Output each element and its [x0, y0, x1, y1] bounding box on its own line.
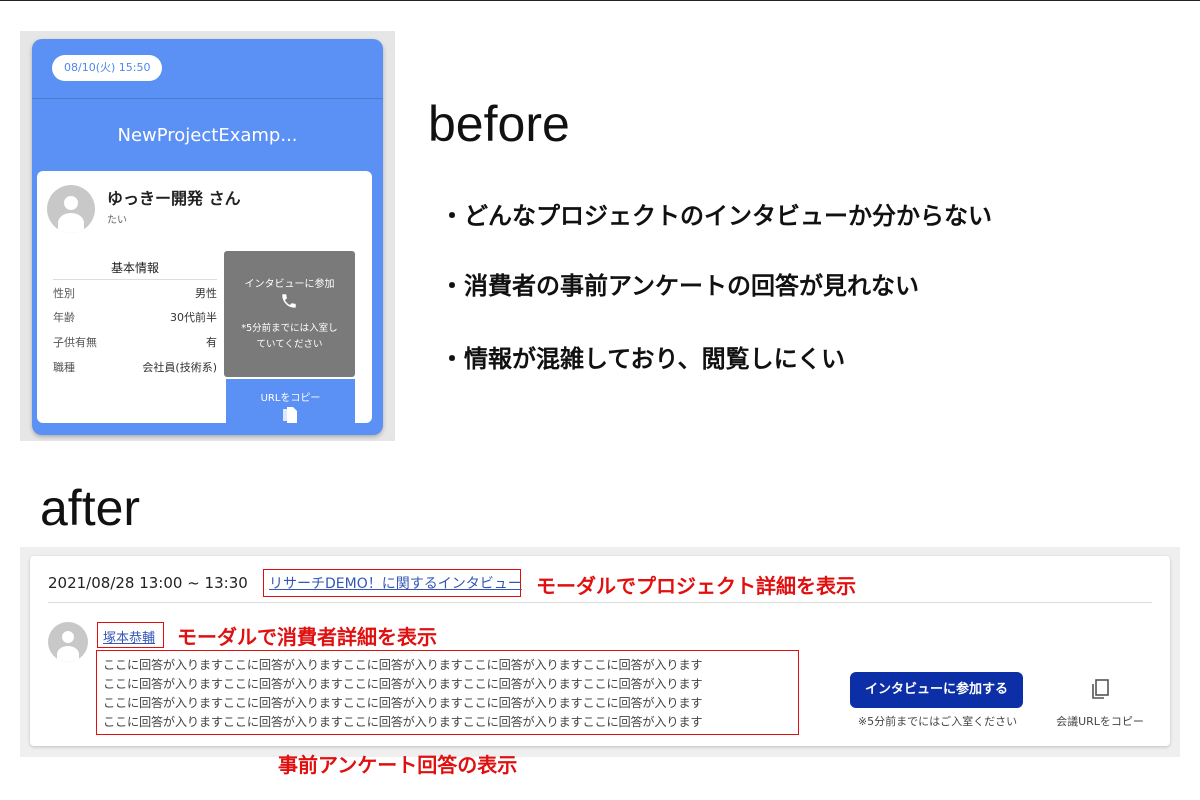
problem-bullet: ・消費者の事前アンケートの回答が見れない: [440, 272, 920, 300]
consumer-annotation: モーダルで消費者詳細を表示: [177, 625, 437, 649]
header-divider: [32, 98, 383, 99]
divider: [48, 602, 1152, 603]
join-interview-button[interactable]: インタビューに参加 *5分前までには入室し ていてください: [224, 251, 355, 377]
join-note: *5分前までには入室し ていてください: [228, 321, 351, 353]
info-key: 年齢: [53, 311, 75, 324]
copy-url-button[interactable]: URLをコピー: [226, 379, 355, 423]
avatar: [47, 185, 95, 233]
date-pill: 08/10(火) 15:50: [52, 55, 163, 81]
copy-icon[interactable]: [1089, 678, 1111, 700]
copy-url-label: 会議URLをコピー: [1056, 715, 1144, 728]
info-value: 男性: [195, 287, 217, 300]
project-title: NewProjectExamp...: [117, 125, 298, 146]
join-note-line: ていてください: [256, 339, 323, 350]
info-value: 有: [206, 336, 217, 349]
answer-line: ここに回答が入りますここに回答が入りますここに回答が入りますここに回答が入ります…: [103, 677, 703, 691]
answer-line: ここに回答が入りますここに回答が入りますここに回答が入りますここに回答が入ります…: [103, 658, 703, 672]
consumer-link[interactable]: 塚本恭輔: [103, 627, 155, 646]
copy-label: URLをコピー: [260, 393, 321, 404]
user-sub: たい: [107, 215, 127, 226]
join-hint: ※5分前までにはご入室ください: [857, 715, 1018, 728]
info-value: 会社員(技術系): [142, 361, 217, 374]
info-key: 職種: [53, 361, 75, 374]
avatar: [48, 622, 88, 662]
problem-bullet: ・情報が混雑しており、閲覧しにくい: [440, 345, 846, 373]
join-label: インタビューに参加: [244, 279, 335, 290]
info-key: 性別: [53, 287, 75, 300]
join-interview-button[interactable]: インタビューに参加する: [850, 672, 1023, 708]
before-heading: before: [428, 96, 570, 152]
consumer-card: ゆっきー開発 さん たい 基本情報 性別 男性 年齢 30代前半 子供有無 有 …: [37, 171, 372, 423]
before-phone-card: 08/10(火) 15:50 NewProjectExamp... ゆっきー開発…: [32, 39, 383, 435]
info-value: 30代前半: [170, 311, 217, 324]
user-name: ゆっきー開発 さん: [107, 189, 241, 208]
project-link[interactable]: リサーチDEMO！に関するインタビュー: [269, 573, 522, 593]
answer-line: ここに回答が入りますここに回答が入りますここに回答が入りますここに回答が入ります…: [103, 696, 703, 710]
answer-line: ここに回答が入りますここに回答が入りますここに回答が入りますここに回答が入ります…: [103, 715, 703, 729]
interview-datetime: 2021/08/28 13:00 ~ 13:30: [48, 574, 248, 592]
info-heading: 基本情報: [53, 259, 217, 280]
project-annotation: モーダルでプロジェクト詳細を表示: [536, 574, 856, 598]
phone-icon: [282, 294, 296, 308]
answer-annotation: 事前アンケート回答の表示: [278, 753, 518, 777]
after-heading: after: [40, 480, 141, 536]
join-note-line: *5分前までには入室し: [241, 323, 338, 334]
problem-bullet: ・どんなプロジェクトのインタビューか分からない: [440, 202, 992, 230]
info-key: 子供有無: [53, 336, 97, 349]
document-icon: [283, 407, 297, 423]
